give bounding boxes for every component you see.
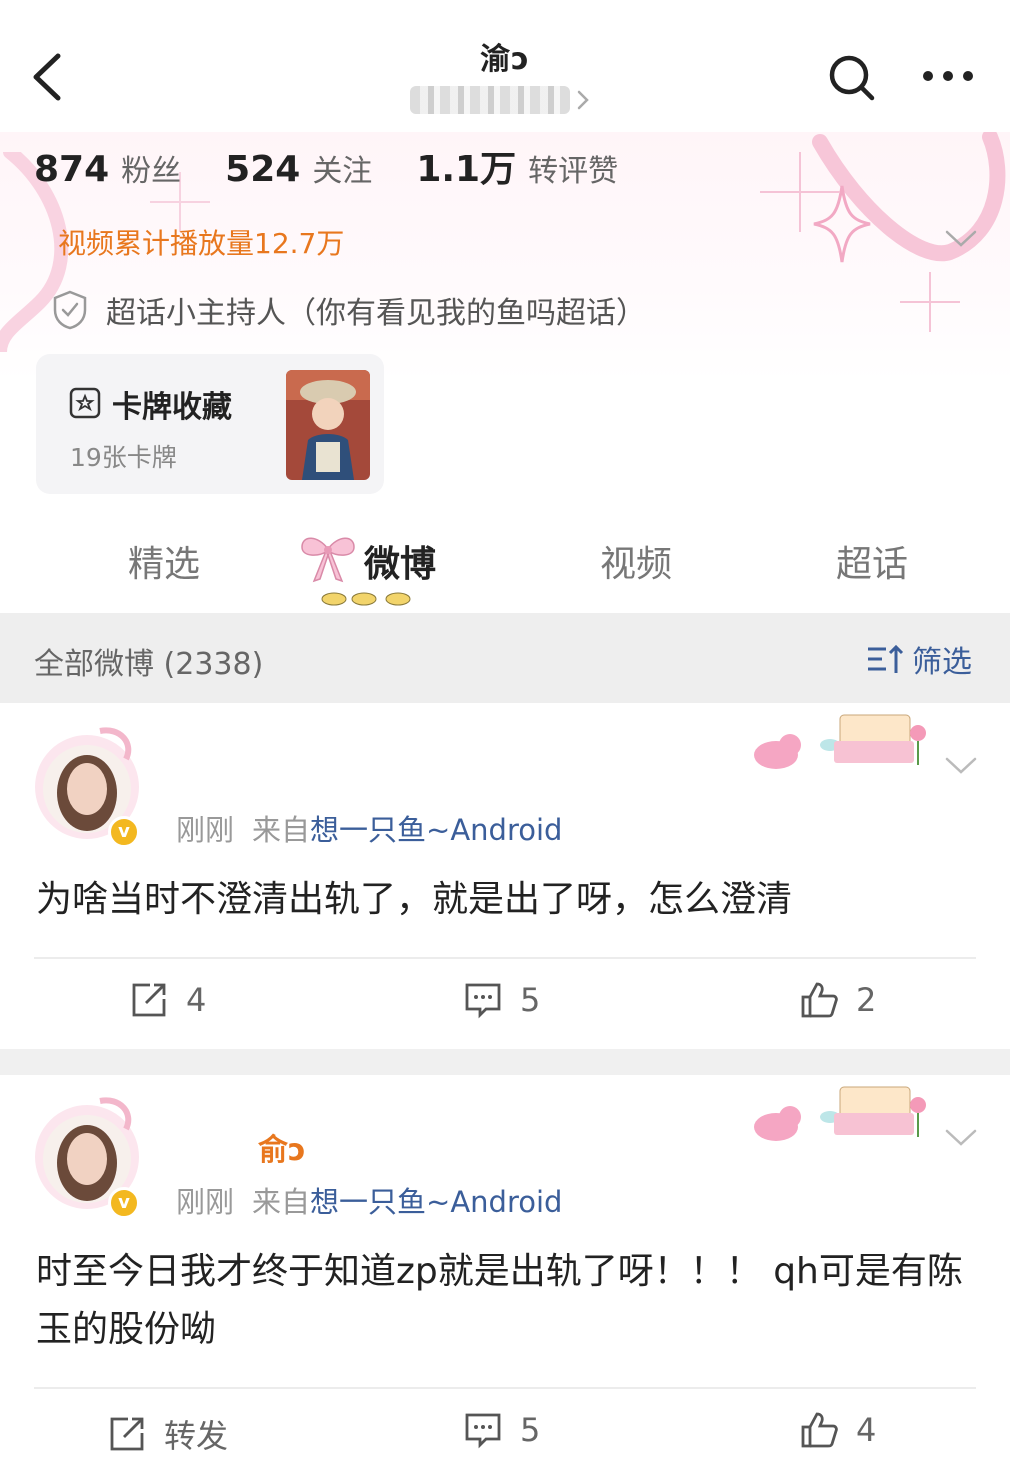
post-card: v 刚刚 来自想一只鱼~Android 为啥当时不澄清出轨了，就是出了呀，怎么澄… (0, 703, 1010, 1049)
badge-text: 超话小主持人（你有看见我的鱼吗超话） (106, 296, 646, 331)
cat-sticker-icon (754, 1086, 926, 1141)
stat-following[interactable]: 524 关注 (225, 146, 372, 190)
verified-badge-icon: v (108, 816, 140, 848)
repost-label: 转发 (164, 1417, 229, 1455)
stat-label: 关注 (312, 154, 373, 189)
like-count: 4 (856, 1411, 877, 1449)
stat-label: 粉丝 (121, 154, 182, 189)
post-username[interactable]: 俞ᴐ (258, 1125, 306, 1169)
filter-sort-icon (868, 644, 904, 673)
filter-button[interactable]: 筛选 (866, 637, 972, 681)
cat-sticker-icon (754, 714, 926, 769)
card-thumbnail-image (286, 370, 370, 480)
post-actions: 转发 5 4 (0, 1397, 1010, 1467)
sparkle-decoration-icon (813, 185, 871, 263)
post-meta: 刚刚 来自想一只鱼~Android (176, 807, 562, 849)
post-source-link[interactable]: 想一只鱼~Android (310, 813, 562, 847)
stat-value: 874 (34, 149, 110, 190)
stat-value: 1.1万 (416, 149, 517, 190)
tab-weibo[interactable]: 微博 (364, 535, 436, 587)
thumbs-up-icon (801, 982, 838, 1018)
post-card: v 俞ᴐ 刚刚 来自想一只鱼~Android 时至今日我才终于知道zp就是出轨了… (0, 1075, 1010, 1481)
like-button[interactable]: 4 (800, 1411, 876, 1449)
chevron-down-icon[interactable] (944, 755, 978, 777)
chevron-down-icon[interactable] (944, 228, 978, 250)
profile-stats: 874 粉丝 524 关注 1.1万 转评赞 (34, 140, 662, 192)
stat-value: 524 (225, 149, 301, 190)
bow-icon (301, 537, 355, 583)
post-time: 刚刚 (176, 1185, 235, 1219)
shield-check-icon (53, 290, 87, 330)
profile-tabs: 精选 微博 视频 超话 (0, 505, 1010, 613)
stat-followers[interactable]: 874 粉丝 (34, 146, 181, 190)
stat-interactions[interactable]: 1.1万 转评赞 (416, 140, 618, 192)
divider (34, 1387, 976, 1389)
tab-supertopic[interactable]: 超话 (836, 535, 908, 587)
post-text: 时至今日我才终于知道zp就是出轨了呀！！！ qh可是有陈玉的股份呦 (36, 1251, 963, 1350)
verified-badge-icon: v (108, 1187, 140, 1219)
chevron-right-icon (577, 90, 589, 110)
post-time: 刚刚 (176, 813, 235, 847)
post-source-prefix: 来自 (252, 813, 311, 847)
thumbs-up-icon (801, 1412, 838, 1448)
repost-button[interactable]: 转发 (108, 1411, 228, 1457)
comment-count: 5 (520, 981, 541, 1019)
card-collection[interactable]: 卡牌收藏 19张卡牌 (36, 354, 384, 494)
post-count: 全部微博 (2338) (34, 647, 264, 682)
comment-icon (465, 983, 501, 1019)
post-separator (0, 1049, 1010, 1075)
post-source-link[interactable]: 想一只鱼~Android (310, 1185, 562, 1219)
sparkle-decoration-icon (760, 152, 840, 232)
more-icon[interactable] (922, 66, 974, 86)
filter-bar: 全部微博 (2338) 筛选 (0, 613, 1010, 703)
blurred-subtitle (410, 86, 570, 114)
sparkle-decoration-icon (900, 272, 960, 332)
post-meta: 刚刚 来自想一只鱼~Android (176, 1179, 562, 1221)
like-count: 2 (856, 981, 877, 1019)
repost-icon (110, 1417, 144, 1451)
profile-section: 874 粉丝 524 关注 1.1万 转评赞 视频累计播放量12.7万 超话小主… (0, 132, 1010, 382)
comment-button[interactable]: 5 (464, 1411, 540, 1449)
post-source-prefix: 来自 (252, 1185, 311, 1219)
comment-button[interactable]: 5 (464, 981, 540, 1019)
card-collection-title: 卡牌收藏 (112, 390, 232, 425)
top-nav-bar: 渝ᴐ (0, 0, 1010, 132)
post-text: 为啥当时不澄清出轨了，就是出了呀，怎么澄清 (36, 879, 793, 920)
repost-button[interactable]: 4 (130, 981, 206, 1019)
filter-label: 筛选 (912, 645, 972, 680)
card-collection-count: 19张卡牌 (70, 443, 177, 472)
post-actions: 4 5 2 (0, 967, 1010, 1037)
repost-count: 4 (186, 981, 207, 1019)
page-title-wrap: 渝ᴐ (380, 34, 630, 78)
stat-label: 转评赞 (528, 154, 619, 189)
chevron-left-icon[interactable] (28, 50, 68, 104)
heart-decoration-icon (812, 132, 1006, 262)
like-button[interactable]: 2 (800, 981, 876, 1019)
repost-icon (132, 983, 166, 1017)
divider (34, 957, 976, 959)
supertopic-host-badge[interactable]: 超话小主持人（你有看见我的鱼吗超话） (52, 288, 646, 332)
card-star-icon (69, 387, 101, 419)
profile-subtitle[interactable] (410, 86, 590, 114)
comment-count: 5 (520, 1411, 541, 1449)
tab-featured[interactable]: 精选 (128, 535, 200, 587)
tab-video[interactable]: 视频 (600, 535, 672, 587)
search-icon[interactable] (826, 52, 876, 102)
video-plays-text: 视频累计播放量12.7万 (58, 227, 345, 260)
comment-icon (465, 1413, 501, 1449)
chevron-down-icon[interactable] (944, 1127, 978, 1149)
fish-decoration-icon (321, 592, 411, 606)
page-title: 渝ᴐ (480, 42, 530, 77)
